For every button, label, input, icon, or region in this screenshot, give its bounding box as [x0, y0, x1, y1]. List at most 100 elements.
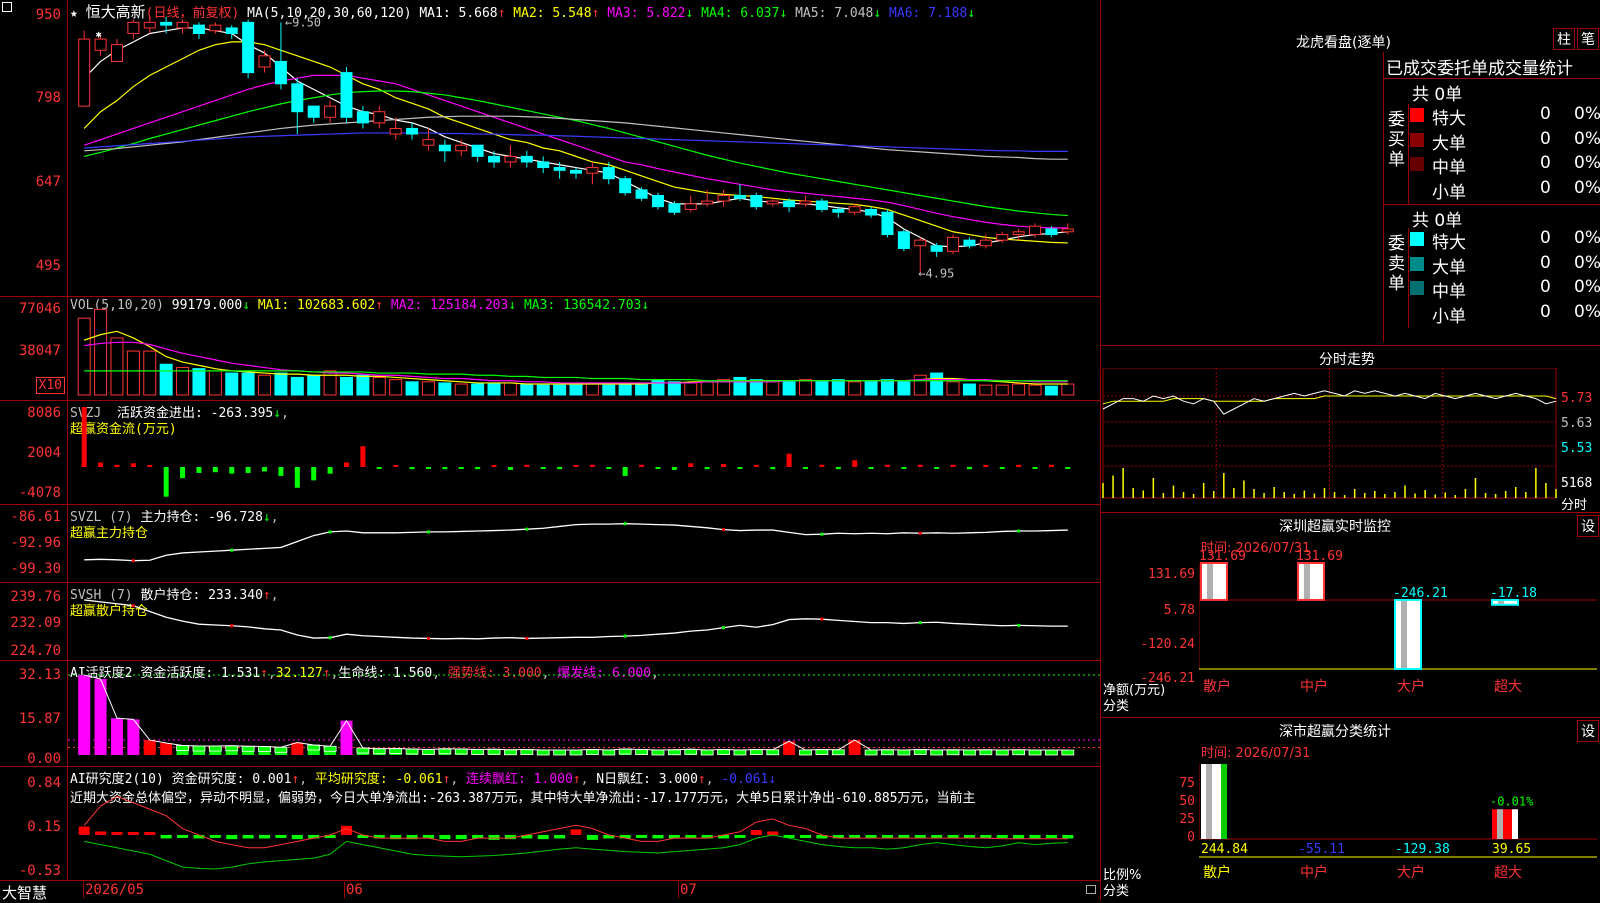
color-swatch: [1410, 108, 1424, 122]
ai2-bar: [947, 834, 959, 838]
ai-research-y-tick: -0.53: [18, 863, 61, 879]
candle-body: [422, 139, 435, 146]
svzl-marker: [426, 530, 430, 534]
ai-activity-y-tick: 0.00: [27, 751, 61, 767]
ai1-bar: [979, 749, 992, 755]
x-axis-label: 06: [344, 882, 363, 898]
volume-bar: [782, 381, 796, 396]
ai-research-chart[interactable]: [68, 767, 1100, 881]
x-axis: 大智慧 2026/05 06 07: [0, 880, 1100, 902]
svzj-bar: [196, 467, 202, 473]
sz2-category: 大户: [1397, 864, 1425, 881]
sz-monitor-panel[interactable]: 深圳超赢实时监控 设 时间: 2026/07/31 131.69 5.78 -1…: [1100, 512, 1600, 717]
svzj-chart[interactable]: [68, 401, 1100, 505]
svzj-bar: [803, 467, 809, 469]
ai2-bar: [455, 834, 467, 840]
svzj-bar: [278, 467, 284, 476]
svzj-bar: [262, 467, 268, 472]
ai-research-pane[interactable]: 0.84 0.15 -0.53 AI研究度2(10) 资金研究度: 0.001↑…: [0, 766, 1100, 880]
volume-unit[interactable]: X10: [35, 377, 65, 394]
sz-monitor-chart[interactable]: 131.69 散户 131.69 中户 -246.21 大户 -17.18 超大: [1199, 513, 1599, 718]
volume-bar: [241, 372, 255, 396]
intraday-panel[interactable]: 分时走势 5.73 5.63 5.53 5168 分时: [1100, 345, 1600, 513]
sz2-category: 超大: [1494, 865, 1522, 881]
ai-activity-chart[interactable]: [68, 661, 1100, 767]
svzj-bar: [507, 467, 513, 470]
candlestick-chart[interactable]: ←9.50 ←4.95 ✱: [68, 0, 1100, 296]
sz1-bar-shade: [1207, 563, 1213, 600]
max-marker: ✱: [96, 30, 102, 41]
corner-marker-icon[interactable]: [2, 2, 12, 12]
intraday-chart[interactable]: [1101, 368, 1600, 513]
ai2-bar: [1062, 834, 1074, 839]
ai1-bar: [865, 750, 878, 755]
ai1-bar: [160, 743, 173, 755]
volume-bar: [487, 383, 501, 396]
ai2-line-green: [84, 834, 1068, 870]
volume-bar: [897, 381, 911, 396]
color-swatch: [1410, 157, 1424, 171]
lock-icon[interactable]: [1086, 885, 1096, 894]
svzj-bar: [753, 464, 759, 467]
intraday-vol-tick: 5168: [1561, 476, 1593, 491]
svzj-pane[interactable]: 8086 2004 -4078 SVZJ 活跃资金进出: -263.395↓, …: [0, 400, 1100, 504]
svzj-y-tick: 2004: [27, 445, 61, 461]
ai1-bar: [996, 750, 1009, 755]
volume-chart[interactable]: [68, 297, 1100, 401]
svzj-bar: [999, 467, 1005, 469]
ai2-bar: [849, 834, 861, 838]
sz1-bar-label: -246.21: [1393, 586, 1448, 601]
svzj-bar: [524, 464, 530, 467]
ai1-bar: [78, 675, 91, 755]
candle-body: [94, 38, 107, 51]
volume-bar: [946, 381, 960, 396]
svzj-bar: [884, 464, 890, 467]
ai-activity-pane[interactable]: 32.13 15.87 0.00 AI活跃度2 资金活跃度: 1.531↑,32…: [0, 660, 1100, 767]
volume-bar: [339, 376, 353, 396]
order-count: 0: [1540, 228, 1551, 248]
sz2-bar-shade: [1206, 764, 1212, 839]
sz-classify-panel[interactable]: 深市超赢分类统计 设 时间: 2026/07/31 75 50 25 0 比例%…: [1100, 717, 1600, 900]
volume-bar: [372, 376, 386, 396]
svsh-chart[interactable]: [68, 583, 1100, 661]
intraday-y-tick: 5.73: [1561, 391, 1593, 406]
color-swatch: [1410, 281, 1424, 295]
ai-activity-y-tick: 32.13: [18, 667, 61, 683]
svzl-chart[interactable]: [68, 505, 1100, 583]
svsh-marker: [131, 604, 135, 608]
candle-body: [389, 127, 402, 135]
price-y-tick: 798: [35, 90, 61, 106]
svzj-bar: [671, 467, 677, 470]
volume-bar: [94, 308, 108, 396]
svzj-bar: [294, 467, 300, 488]
svsh-pane[interactable]: 239.76 232.09 224.70 SVSH (7) 散户持仓: 233.…: [0, 582, 1100, 660]
svzl-y-tick: -99.30: [10, 561, 61, 577]
volume-bar: [143, 350, 157, 396]
svzl-marker: [328, 530, 332, 534]
buy-total: 共 0单: [1412, 85, 1463, 105]
candle-body: [455, 144, 468, 152]
volume-bar: [258, 374, 272, 396]
svzj-y-axis: 8086 2004 -4078: [0, 401, 68, 504]
candle-body: [848, 206, 861, 213]
ai-research-y-tick: 0.15: [27, 819, 61, 835]
svzj-bar: [442, 467, 448, 470]
order-count: 0: [1540, 301, 1551, 322]
price-pane[interactable]: 950 798 647 495 ★ 恒大高新(日线，前复权) MA(5,10,2…: [0, 0, 1100, 296]
ai1-bar: [897, 750, 910, 755]
ai1-bar: [209, 746, 222, 755]
svzj-bar: [983, 465, 989, 467]
ai1-bar: [192, 746, 205, 755]
volume-bar: [1028, 384, 1042, 396]
volume-pane[interactable]: 77046 38047 X10 VOL(5,10,20) 99179.000↓ …: [0, 296, 1100, 400]
ai2-bar: [488, 834, 500, 840]
sz1-bar: [1201, 563, 1227, 600]
sz-classify-chart[interactable]: 244.84 散户 -55.11 中户 -129.38 大户 -0.01% 39.65 超大: [1199, 718, 1599, 901]
svzj-bar: [786, 453, 792, 467]
color-swatch: [1410, 256, 1424, 271]
bar-mode-button[interactable]: 柱: [1553, 28, 1575, 50]
svzj-bar: [737, 467, 743, 469]
candle-body: [635, 189, 648, 199]
tick-mode-button[interactable]: 笔: [1577, 28, 1599, 50]
svzl-pane[interactable]: -86.61 -92.96 -99.30 SVZL (7) 主力持仓: -96.…: [0, 504, 1100, 582]
